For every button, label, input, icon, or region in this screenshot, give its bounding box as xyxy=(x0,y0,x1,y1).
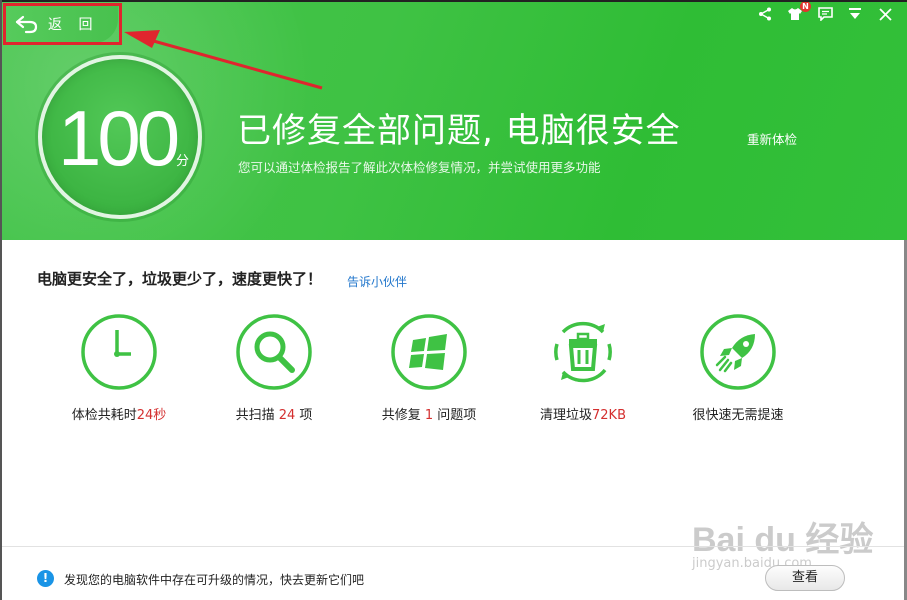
stat-cleaned-value: 72KB xyxy=(592,408,626,423)
stat-cleaned: 清理垃圾72KB xyxy=(508,312,658,423)
share-icon[interactable] xyxy=(757,6,773,22)
result-subline: 您可以通过体检报告了解此次体检修复情况，并尝试使用更多功能 xyxy=(238,160,601,175)
window-controls: N xyxy=(757,1,893,22)
footer-divider xyxy=(0,546,907,547)
close-icon[interactable] xyxy=(877,6,893,22)
summary-text: 电脑更安全了，垃圾更少了，速度更快了！ xyxy=(37,270,323,288)
stat-fixed: 共修复 1 问题项 xyxy=(354,312,504,423)
stat-speed-label: 很快速无需提速 xyxy=(692,408,784,423)
info-icon: ! xyxy=(37,570,54,587)
stat-cleaned-prefix: 清理垃圾 xyxy=(539,408,592,423)
windows-icon xyxy=(389,312,469,392)
stat-duration: 体检共耗时24秒 xyxy=(44,312,194,423)
annotation-highlight-box xyxy=(3,3,122,45)
magnifier-icon xyxy=(234,312,314,392)
result-headline: 已修复全部问题, 电脑很安全 xyxy=(237,111,681,151)
upgrade-notice: 发现您的电脑软件中存在可升级的情况，快去更新它们吧 xyxy=(64,573,365,587)
stat-scanned-prefix: 共扫描 xyxy=(235,408,279,423)
score-unit: 分 xyxy=(176,154,190,169)
app-window: 100 分 已修复全部问题, 电脑很安全 您可以通过体检报告了解此次体检修复情况… xyxy=(0,0,907,600)
stat-scanned: 共扫描 24 项 xyxy=(199,312,349,423)
watermark-logo: Bai du 经验 xyxy=(692,521,874,559)
skin-icon[interactable]: N xyxy=(787,1,811,22)
rocket-icon xyxy=(698,312,778,392)
stat-duration-value: 24秒 xyxy=(136,408,167,423)
stat-fixed-value: 1 xyxy=(424,408,434,423)
new-badge: N xyxy=(800,1,811,12)
stat-scanned-suffix: 项 xyxy=(295,408,313,423)
stat-scanned-value: 24 xyxy=(278,408,296,423)
menu-icon[interactable] xyxy=(847,6,863,22)
clock-icon xyxy=(79,312,159,392)
stats-row: 体检共耗时24秒 共扫描 24 项 共修复 1 问题项 清理垃圾72KB 很快速 xyxy=(40,312,830,432)
window-left-edge xyxy=(0,0,2,600)
result-header: 100 分 已修复全部问题, 电脑很安全 您可以通过体检报告了解此次体检修复情况… xyxy=(0,0,907,240)
title-strip xyxy=(0,0,907,2)
trash-icon xyxy=(543,312,623,392)
share-with-friends-link[interactable]: 告诉小伙伴 xyxy=(347,273,407,290)
stat-fixed-suffix: 问题项 xyxy=(433,408,477,423)
stat-speed: 很快速无需提速 xyxy=(663,312,813,423)
stat-fixed-prefix: 共修复 xyxy=(381,408,425,423)
recheck-link[interactable]: 重新体检 xyxy=(747,129,797,148)
score-value: 100 xyxy=(58,94,180,182)
view-button[interactable]: 查看 xyxy=(765,565,845,591)
stat-duration-label: 体检共耗时 xyxy=(71,408,137,423)
feedback-icon[interactable] xyxy=(817,6,833,22)
